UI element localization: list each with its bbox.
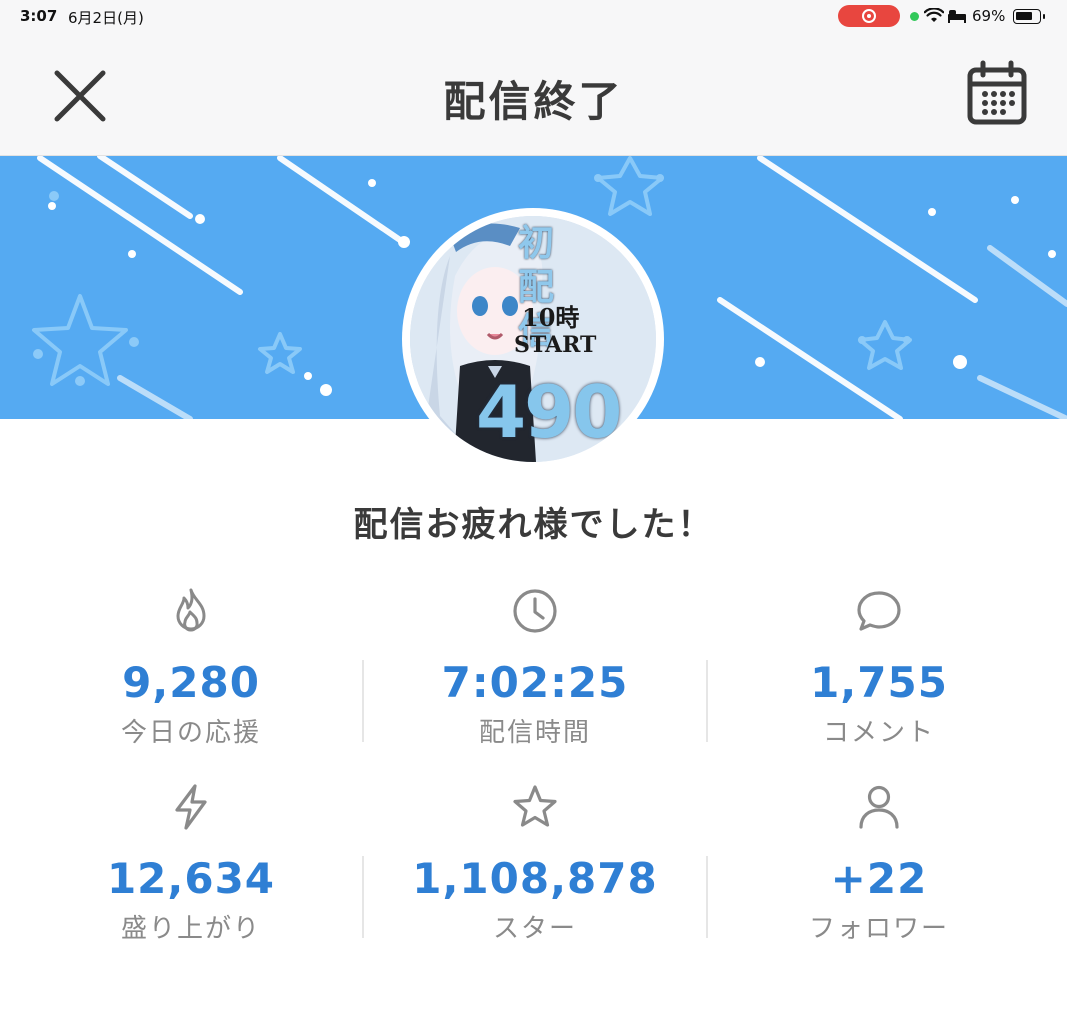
comment-icon [857, 591, 901, 631]
calendar-icon [967, 60, 1027, 125]
status-time: 3:07 [20, 7, 58, 25]
stat-value: 1,755 [810, 658, 948, 707]
status-bar: 3:07 6月2日(月) 69% [0, 0, 1067, 34]
page-title: 配信終了 [443, 77, 624, 126]
stat-value: 7:02:25 [441, 658, 629, 707]
stat-support: 9,280 今日の応援 [20, 580, 362, 755]
screen-recording-indicator[interactable] [838, 5, 900, 27]
battery-icon [1013, 9, 1045, 24]
battery-percentage: 69% [972, 7, 1006, 25]
avatar-text-start: START [514, 332, 597, 358]
star-icon [513, 785, 557, 827]
stat-comments: 1,755 コメント [708, 580, 1050, 755]
camera-in-use-indicator [910, 12, 919, 21]
user-icon [859, 785, 899, 829]
stat-label: 配信時間 [478, 718, 591, 748]
avatar-text-number: 490 [476, 370, 622, 454]
stat-label: コメント [822, 718, 935, 748]
stat-followers: +22 フォロワー [708, 776, 1050, 951]
calendar-button[interactable] [964, 60, 1030, 128]
avatar-text-time: 10時 [522, 303, 580, 332]
stat-value: 12,634 [106, 854, 276, 903]
stat-value: 1,108,878 [412, 854, 658, 903]
clock-icon [513, 589, 557, 633]
fire-icon [176, 588, 206, 632]
stat-stream-time: 7:02:25 配信時間 [364, 580, 706, 755]
stat-stars: 1,108,878 スター [364, 776, 706, 951]
streamer-avatar[interactable]: 初配信 10時 START 490 [402, 208, 664, 470]
completion-message: 配信お疲れ様でした！ [353, 505, 714, 545]
status-date: 6月2日(月) [68, 9, 144, 27]
stat-label: スター [492, 914, 577, 944]
stat-value: 9,280 [122, 658, 260, 707]
stat-label: 盛り上がり [120, 914, 261, 944]
navigation-header: 配信終了 [0, 34, 1067, 156]
lightning-icon [175, 784, 207, 830]
stat-excitement: 12,634 盛り上がり [20, 776, 362, 951]
stat-label: フォロワー [808, 914, 949, 944]
stat-label: 今日の応援 [120, 718, 261, 748]
wifi-icon [924, 8, 944, 22]
stat-value: +22 [830, 854, 928, 903]
sleep-focus-icon [948, 10, 966, 23]
